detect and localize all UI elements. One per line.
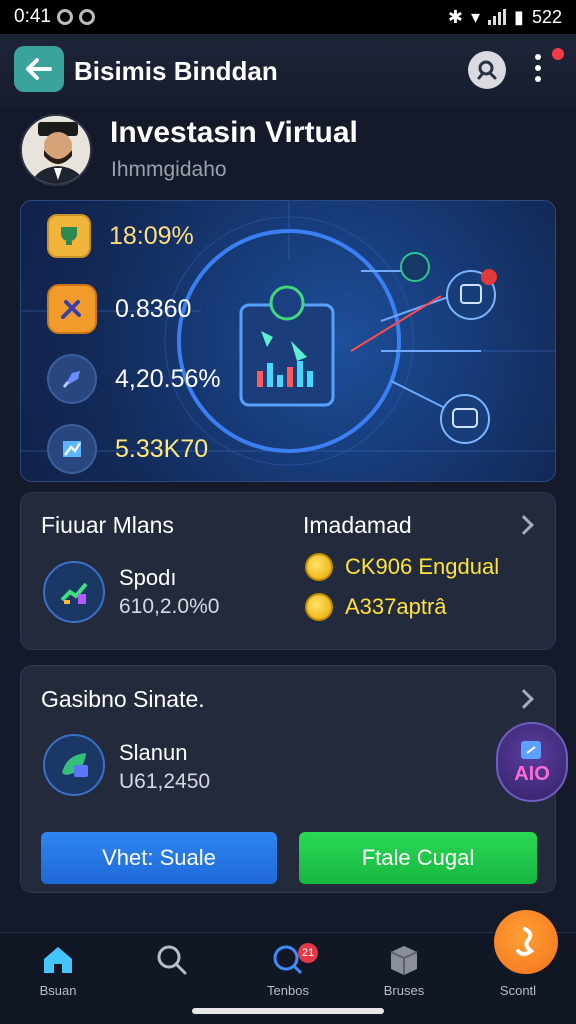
- stat-row: 18:09%: [47, 214, 194, 258]
- status-app-icon: [56, 9, 73, 25]
- coin-item: CK906 Engdual: [305, 553, 499, 581]
- home-indicator[interactable]: [192, 1008, 384, 1014]
- box-icon: [390, 946, 418, 975]
- profile-subtitle: Ihmmgidaho: [111, 158, 227, 181]
- item-value: 610,2.0%0: [119, 595, 220, 618]
- chart-icon: [47, 424, 97, 474]
- left-action-button[interactable]: Vhet: Suale: [41, 832, 277, 884]
- notification-badge: 21: [298, 943, 318, 963]
- ai-chat-icon: [521, 740, 541, 759]
- nav-label: Tenbos: [267, 983, 309, 998]
- coin-item: A337aptrâ: [305, 593, 447, 621]
- right-action-button[interactable]: Ftale Cugal: [299, 832, 537, 884]
- floating-action-button[interactable]: [494, 910, 558, 974]
- item-label: Slanun: [119, 740, 188, 765]
- page-title: Bisimis Binddan: [74, 56, 278, 86]
- growth-chart-icon: [43, 561, 105, 623]
- stat-row: 4,20.56%: [47, 354, 221, 404]
- card-title: Fiuuar Mlans: [41, 512, 174, 538]
- item-value: U61,2450: [119, 770, 211, 793]
- back-button[interactable]: [14, 46, 64, 92]
- stat-value: 18:09%: [109, 221, 194, 250]
- strategy-card[interactable]: Gasibno Sinate. Slanun U61,2450 Vhet: Su…: [20, 665, 556, 893]
- plans-card[interactable]: Fiuuar Mlans Imadamad Spodı 610,2.0%0 CK…: [20, 492, 556, 650]
- status-time: 0:41: [14, 6, 51, 27]
- status-bar: 0:41 ✱ ▾ ▮ 522: [0, 0, 576, 34]
- coin-label: A337aptrâ: [345, 594, 447, 619]
- home-icon: [44, 947, 72, 973]
- nav-item-home[interactable]: Bsuan: [8, 943, 108, 998]
- signal-icon: [488, 9, 507, 25]
- trophy-icon: [47, 214, 91, 258]
- nav-item-box[interactable]: Bruses: [354, 943, 454, 998]
- battery-icon: ▮: [514, 6, 524, 27]
- stat-row: 0.8360: [47, 284, 191, 334]
- ai-badge-label: AIO: [514, 762, 550, 785]
- stat-row: 5.33K70: [47, 424, 208, 474]
- card-title: Gasibno Sinate.: [41, 686, 205, 712]
- coin-icon: [305, 553, 333, 581]
- chevron-right-icon[interactable]: [514, 515, 534, 535]
- rocket-icon: [47, 354, 97, 404]
- nav-label: Scontl: [499, 983, 537, 998]
- leaf-icon: [43, 734, 105, 796]
- back-arrow-icon: [26, 58, 52, 80]
- nav-item-discover[interactable]: 21 Tenbos: [238, 943, 338, 998]
- notification-dot: [552, 48, 564, 60]
- nav-item-search[interactable]: [122, 943, 222, 983]
- bluetooth-icon: ✱: [447, 6, 463, 27]
- investment-overview-card[interactable]: 18:09% 0.8360 4,20.56% 5.33K70: [20, 200, 556, 482]
- search-icon: [477, 60, 497, 80]
- nav-label: Bsuan: [39, 983, 77, 998]
- profile-title: Investasin Virtual: [110, 116, 358, 149]
- tools-icon: [47, 284, 97, 334]
- ai-assistant-button[interactable]: AIO: [496, 722, 568, 802]
- card-right-title: Imadamad: [303, 512, 412, 538]
- item-label: Spodı: [119, 565, 177, 590]
- stat-value: 0.8360: [115, 294, 192, 323]
- search-icon: [157, 945, 187, 975]
- coin-label: CK906 Engdual: [345, 554, 500, 579]
- coin-icon: [305, 593, 333, 621]
- battery-level: 522: [531, 6, 562, 27]
- search-button[interactable]: [468, 51, 506, 89]
- stat-value: 4,20.56%: [115, 364, 221, 393]
- nav-label: Bruses: [383, 983, 425, 998]
- hook-icon: [516, 927, 535, 956]
- more-options-icon[interactable]: [528, 54, 548, 90]
- app-header: Bisimis Binddan: [0, 34, 576, 106]
- status-app-icon: [78, 9, 95, 25]
- stat-value: 5.33K70: [115, 434, 209, 463]
- avatar[interactable]: [20, 114, 92, 186]
- chevron-right-icon[interactable]: [514, 689, 534, 709]
- wifi-icon: ▾: [471, 6, 481, 27]
- avatar-portrait-icon: [22, 116, 90, 184]
